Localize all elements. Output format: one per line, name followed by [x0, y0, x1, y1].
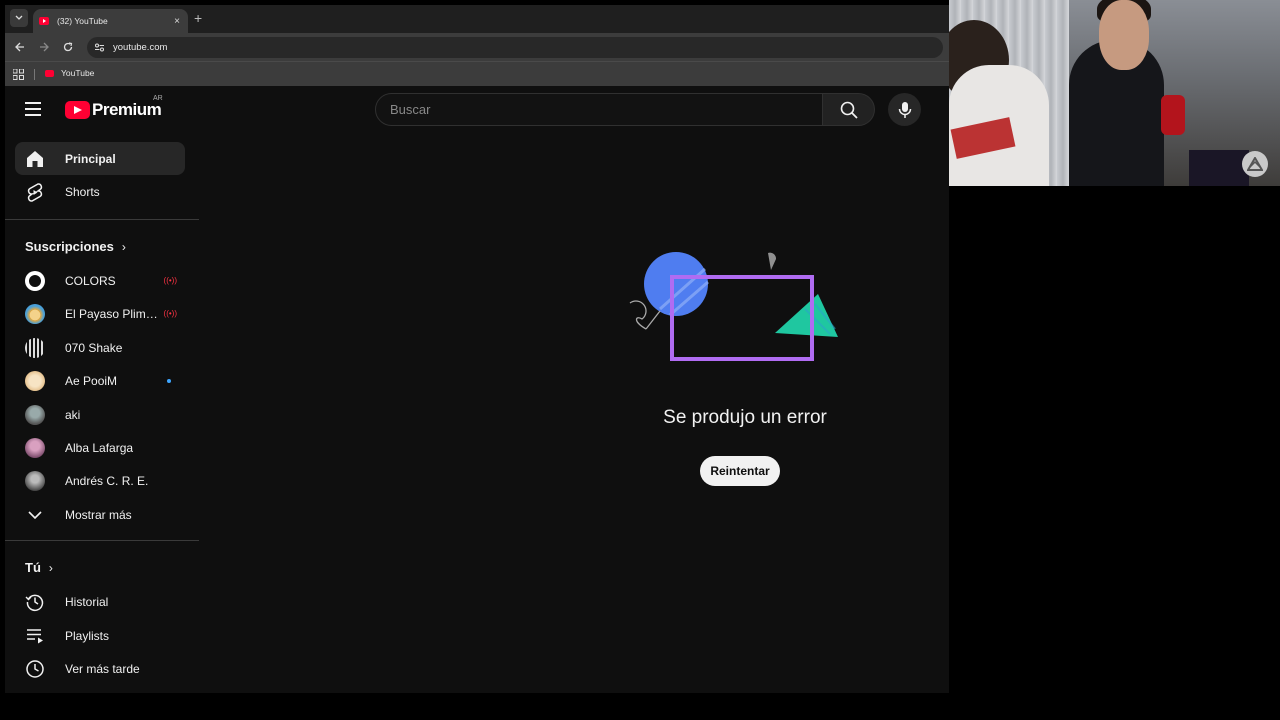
reload-button[interactable]: [60, 39, 76, 55]
subscription-item-aki[interactable]: aki: [15, 398, 185, 431]
subscription-item-alba-lafarga[interactable]: Alba Lafarga: [15, 431, 185, 464]
channel-avatar: [25, 370, 45, 391]
sidebar-item-ver-mas-tarde[interactable]: Ver más tarde: [15, 652, 185, 685]
youtube-premium-logo[interactable]: Premium AR: [65, 95, 163, 120]
home-icon: [25, 149, 45, 169]
sidebar: Principal Shorts Suscripciones › COLORS …: [5, 142, 199, 693]
search-box[interactable]: [375, 93, 823, 126]
tab-bar: (32) YouTube × +: [5, 5, 949, 33]
illustration-drop: [768, 252, 777, 270]
apps-grid-icon[interactable]: [13, 69, 24, 80]
screen: (32) YouTube × + youtube.com YouTube Pre…: [0, 0, 1280, 720]
address-bar[interactable]: youtube.com: [87, 37, 943, 58]
sidebar-item-label: Principal: [65, 151, 116, 166]
tab-title: (32) YouTube: [57, 16, 108, 26]
youtube-page: Premium AR Principal: [5, 86, 949, 693]
sidebar-item-playlists[interactable]: Playlists: [15, 619, 185, 652]
chevron-right-icon: ›: [121, 239, 126, 254]
sidebar-item-label: Shorts: [65, 184, 100, 199]
chevron-down-icon: [25, 505, 45, 525]
masthead: Premium AR: [5, 86, 949, 132]
youtube-favicon-icon: [39, 17, 49, 25]
playlists-icon: [25, 626, 45, 646]
bookmark-label: YouTube: [61, 68, 95, 78]
subscription-item-el-payaso-plim-plim[interactable]: El Payaso Plim Plim ((•)): [15, 297, 185, 330]
you-title: Tú: [25, 560, 41, 575]
chevron-down-icon: [15, 15, 23, 20]
sidebar-divider: [5, 540, 199, 541]
sidebar-item-label: Ver más tarde: [65, 661, 140, 676]
new-tab-button[interactable]: +: [194, 11, 202, 25]
sidebar-divider: [5, 219, 199, 220]
channel-avatar: [25, 303, 45, 324]
channel-avatar: [25, 337, 45, 358]
arrow-right-icon: [40, 42, 49, 52]
youtube-favicon-icon: [45, 69, 54, 77]
new-content-dot: [167, 378, 171, 383]
show-more-label: Mostrar más: [65, 507, 132, 522]
browser-toolbar: youtube.com: [5, 33, 949, 61]
sidebar-item-historial[interactable]: Historial: [15, 585, 185, 618]
tab-youtube[interactable]: (32) YouTube ×: [33, 9, 188, 33]
webcam-overlay: [949, 0, 1280, 186]
channel-avatar: [25, 404, 45, 425]
tab-close-button[interactable]: ×: [170, 16, 184, 27]
sidebar-item-label: Playlists: [65, 628, 110, 643]
illustration-triangle: [775, 294, 838, 337]
shorts-icon: [25, 182, 45, 202]
subscription-item-andres-c-r-e[interactable]: Andrés C. R. E.: [15, 464, 185, 497]
channel-avatar: [25, 470, 45, 491]
subscription-item-colors[interactable]: COLORS ((•)): [15, 264, 185, 297]
error-message: Se produjo un error: [663, 407, 827, 428]
search-input[interactable]: [390, 102, 822, 117]
channel-avatar: [25, 437, 45, 458]
bookmark-separator: [34, 69, 35, 80]
tab-search-button[interactable]: [10, 9, 28, 27]
url-text: youtube.com: [113, 42, 168, 53]
channel-avatar: [25, 270, 45, 291]
bookmarks-bar: YouTube: [5, 61, 949, 86]
logo-text: Premium: [92, 100, 162, 119]
bookmark-youtube[interactable]: YouTube: [45, 68, 94, 78]
voice-search-button[interactable]: [888, 93, 921, 126]
subscription-label: 070 Shake: [65, 340, 123, 355]
youtube-play-icon: [65, 101, 90, 119]
forward-button[interactable]: [36, 39, 52, 55]
watch-later-icon: [25, 659, 45, 679]
region-code: AR: [153, 95, 163, 102]
illustration-circle: [644, 252, 708, 316]
sidebar-item-label: Historial: [65, 594, 109, 609]
guide-menu-button[interactable]: [25, 99, 45, 119]
error-illustration: [629, 252, 838, 361]
reload-icon: [63, 42, 73, 52]
site-settings-icon[interactable]: [93, 42, 105, 54]
back-button[interactable]: [12, 39, 28, 55]
browser-window: (32) YouTube × + youtube.com YouTube Pre…: [5, 5, 949, 693]
sidebar-item-shorts[interactable]: Shorts: [15, 175, 185, 208]
subscription-label: Andrés C. R. E.: [65, 473, 149, 488]
sidebar-item-principal[interactable]: Principal: [15, 142, 185, 175]
subscription-label: Alba Lafarga: [65, 440, 134, 455]
subscription-label: El Payaso Plim Plim: [65, 306, 161, 321]
live-indicator-icon: ((•)): [163, 276, 177, 285]
subscriptions-title: Suscripciones: [25, 239, 114, 254]
subscription-item-070-shake[interactable]: 070 Shake: [15, 331, 185, 364]
subscription-label: aki: [65, 407, 81, 422]
live-indicator-icon: ((•)): [163, 309, 177, 318]
chevron-right-icon: ›: [48, 560, 53, 575]
retry-button[interactable]: Reintentar: [700, 456, 780, 486]
microphone-icon: [898, 101, 911, 118]
arrow-left-icon: [15, 42, 24, 52]
subscription-label: Ae PooiM: [65, 373, 118, 388]
search-button[interactable]: [823, 93, 875, 126]
subscription-item-ae-pooim[interactable]: Ae PooiM: [15, 364, 185, 397]
search-icon: [840, 101, 858, 119]
history-icon: [25, 592, 45, 612]
you-header[interactable]: Tú ›: [25, 560, 53, 575]
subscriptions-header[interactable]: Suscripciones ›: [25, 239, 126, 254]
show-more-button[interactable]: Mostrar más: [15, 498, 185, 531]
subscription-label: COLORS: [65, 273, 116, 288]
stream-logo-icon: [1242, 151, 1268, 177]
